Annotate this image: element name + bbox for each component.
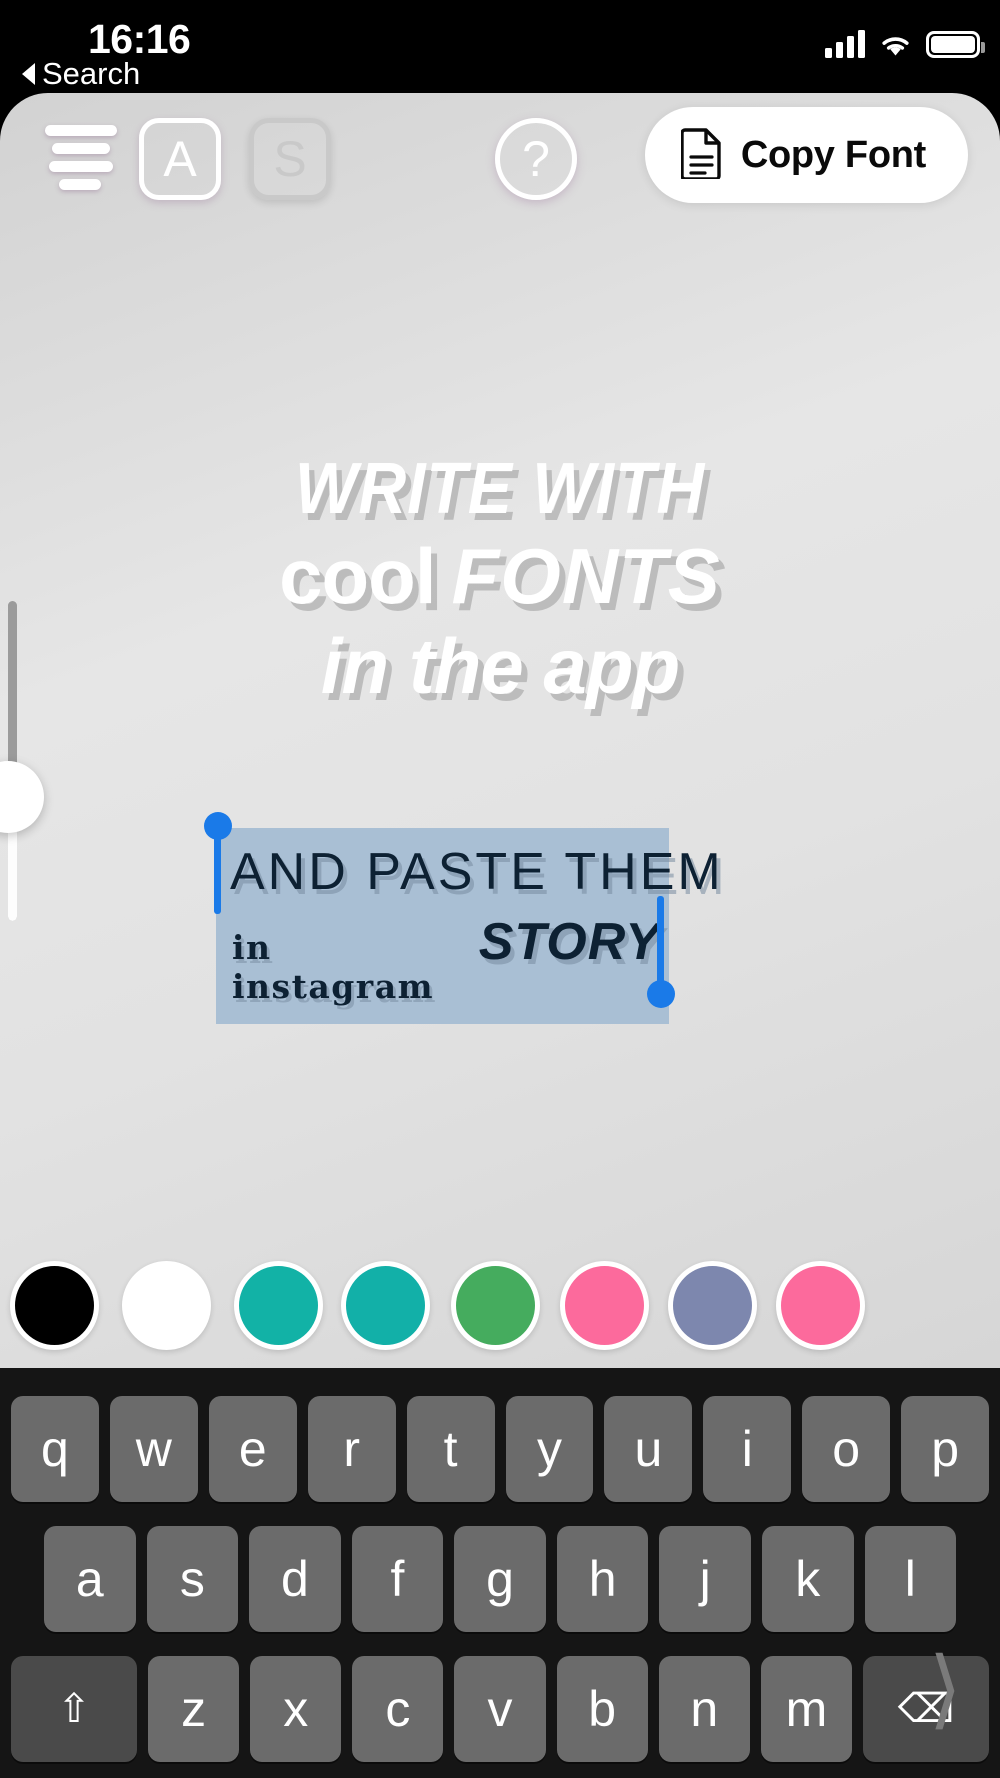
key-g[interactable]: g: [454, 1526, 546, 1632]
keyboard-row-3: ⇧ z x c v b n m ⌫: [0, 1656, 1000, 1762]
back-arrow-icon: [22, 63, 35, 85]
copy-font-button[interactable]: Copy Font: [644, 107, 968, 203]
back-to-search-link[interactable]: Search: [22, 56, 140, 92]
status-bar: 16:16 Search: [0, 0, 1000, 96]
color-swatch-pink[interactable]: [560, 1261, 649, 1350]
key-p[interactable]: p: [901, 1396, 990, 1502]
key-a[interactable]: a: [44, 1526, 136, 1632]
text-align-icon[interactable]: [45, 125, 117, 191]
color-swatch-green[interactable]: [451, 1261, 540, 1350]
style-button-label: S: [273, 131, 307, 187]
key-w[interactable]: w: [109, 1396, 198, 1502]
headline-line-3: in the app: [320, 622, 680, 710]
headline-line-2-a: cool: [279, 532, 436, 620]
selection-handle-end-bar[interactable]: [657, 896, 664, 991]
help-label: ?: [522, 131, 550, 187]
help-icon[interactable]: ?: [495, 118, 577, 200]
style-button[interactable]: S: [249, 118, 331, 200]
key-e[interactable]: e: [208, 1396, 297, 1502]
key-d[interactable]: d: [249, 1526, 341, 1632]
phone-screen: 16:16 Search A S ? Copy Font WRITE WITH …: [0, 0, 1000, 1778]
editor-toolbar: A S ? Copy Font: [0, 93, 1000, 223]
key-o[interactable]: o: [802, 1396, 891, 1502]
selection-line-1: AND PASTE THEM: [230, 843, 724, 901]
key-h[interactable]: h: [556, 1526, 649, 1632]
keyboard-row-1: q w e r t y u i o p: [0, 1396, 1000, 1502]
chevron-right-icon[interactable]: ⟩: [928, 1646, 962, 1732]
selection-handle-start-bar[interactable]: [214, 836, 221, 914]
color-swatch-white[interactable]: [122, 1261, 211, 1350]
color-swatch-teal[interactable]: [234, 1261, 323, 1350]
key-y[interactable]: y: [505, 1396, 594, 1502]
key-v[interactable]: v: [454, 1656, 546, 1762]
selection-line-2-a: in instagram: [232, 928, 434, 1006]
shift-key[interactable]: ⇧: [11, 1656, 137, 1762]
headline-line-2: cool FONTS: [0, 537, 1000, 615]
headline-line-1: WRITE WITH: [294, 449, 706, 529]
copy-font-label: Copy Font: [740, 133, 926, 176]
headline-line-2-b: FONTS: [451, 532, 721, 620]
color-swatch-teal2[interactable]: [341, 1261, 430, 1350]
color-swatch-black[interactable]: [10, 1261, 99, 1350]
slider-thumb[interactable]: [0, 761, 44, 833]
key-x[interactable]: x: [250, 1656, 342, 1762]
selection-line-2: in instagram STORY: [224, 912, 661, 1006]
key-s[interactable]: s: [146, 1526, 239, 1632]
key-c[interactable]: c: [352, 1656, 444, 1762]
key-r[interactable]: r: [307, 1396, 396, 1502]
key-q[interactable]: q: [11, 1396, 99, 1502]
selection-highlight[interactable]: AND PASTE THEM in instagram STORY: [216, 828, 724, 1024]
selection-line-2-b: STORY: [478, 913, 661, 971]
font-button-label: A: [163, 131, 197, 187]
key-i[interactable]: i: [703, 1396, 792, 1502]
on-screen-keyboard: q w e r t y u i o p a s d f g h j k l ⇧ …: [0, 1368, 1000, 1778]
color-swatch-slate[interactable]: [668, 1261, 757, 1350]
keyboard-row-2: a s d f g h j k l: [0, 1526, 1000, 1632]
selected-text-block[interactable]: AND PASTE THEM in instagram STORY: [204, 812, 724, 1024]
font-button[interactable]: A: [139, 118, 221, 200]
key-u[interactable]: u: [604, 1396, 693, 1502]
status-bar-indicators: [825, 30, 985, 58]
key-j[interactable]: j: [659, 1526, 751, 1632]
wifi-icon: [878, 31, 913, 58]
key-t[interactable]: t: [406, 1396, 495, 1502]
back-link-label: Search: [42, 56, 141, 91]
key-k[interactable]: k: [761, 1526, 854, 1632]
key-b[interactable]: b: [556, 1656, 648, 1762]
app-sheet: A S ? Copy Font WRITE WITH cool FONTS in…: [0, 93, 1000, 1368]
headline-preview: WRITE WITH cool FONTS in the app: [0, 453, 1000, 717]
document-icon: [680, 127, 723, 184]
battery-icon: [926, 31, 985, 58]
color-palette: [0, 1261, 1000, 1361]
selection-handle-start[interactable]: [204, 812, 232, 840]
selection-handle-end[interactable]: [647, 980, 675, 1008]
key-l[interactable]: l: [864, 1526, 957, 1632]
key-n[interactable]: n: [658, 1656, 750, 1762]
key-m[interactable]: m: [760, 1656, 852, 1762]
backspace-key[interactable]: ⌫: [862, 1656, 989, 1762]
cellular-signal-icon: [825, 30, 865, 58]
color-swatch-pink2[interactable]: [776, 1261, 865, 1350]
key-f[interactable]: f: [351, 1526, 444, 1632]
key-z[interactable]: z: [148, 1656, 240, 1762]
